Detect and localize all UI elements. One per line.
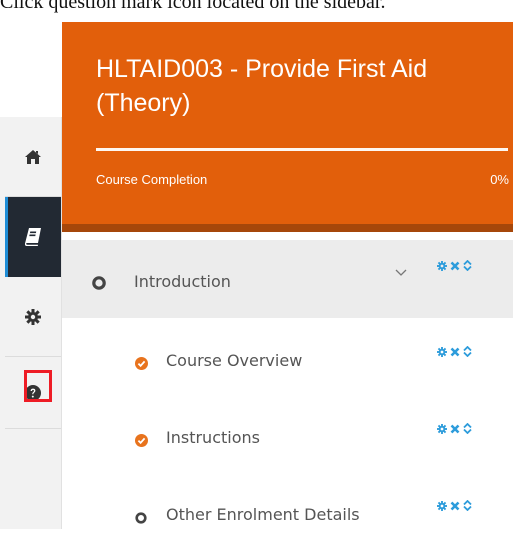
sort-icon[interactable]	[463, 260, 472, 271]
completion-label: Course Completion	[96, 172, 208, 187]
sort-icon[interactable]	[463, 423, 472, 434]
gear-icon	[25, 308, 41, 325]
circle-outline-icon	[135, 511, 147, 529]
book-icon	[25, 228, 41, 246]
gear-icon[interactable]	[437, 423, 447, 434]
gear-icon[interactable]	[437, 260, 447, 271]
help-highlight-box	[24, 370, 52, 402]
outline-item-instructions[interactable]: Instructions	[62, 395, 513, 472]
item-actions	[437, 423, 472, 434]
outline-item-label: Course Overview	[166, 351, 303, 370]
outline-item-other-enrolment-details[interactable]: Other Enrolment Details	[62, 472, 513, 533]
sidebar-item-course[interactable]	[5, 197, 61, 277]
completion-value: 0%	[490, 172, 509, 187]
outline-item-label: Other Enrolment Details	[166, 505, 360, 524]
check-circle-icon	[135, 434, 148, 452]
close-icon[interactable]	[450, 501, 460, 511]
sidebar-item-settings[interactable]	[5, 277, 61, 357]
check-circle-icon	[135, 357, 148, 375]
course-header: HLTAID003 - Provide First Aid (Theory) C…	[62, 22, 513, 232]
sort-icon[interactable]	[463, 500, 472, 511]
outline-item-label: Instructions	[166, 428, 260, 447]
section-title: Introduction	[134, 272, 231, 291]
active-indicator	[5, 197, 8, 277]
section-introduction[interactable]: Introduction	[62, 240, 513, 318]
close-icon[interactable]	[450, 261, 460, 271]
instruction-text: Click question mark icon located on the …	[0, 0, 386, 13]
chevron-down-icon[interactable]	[395, 264, 407, 282]
item-actions	[437, 346, 472, 357]
outline-item-course-overview[interactable]: Course Overview	[62, 318, 513, 395]
section-actions	[437, 260, 472, 271]
course-outline: Introduction Course Overview Instruction…	[62, 240, 513, 533]
gear-icon[interactable]	[437, 346, 447, 357]
course-title: HLTAID003 - Provide First Aid (Theory)	[96, 55, 428, 117]
sort-icon[interactable]	[463, 346, 472, 357]
home-icon	[25, 149, 41, 164]
course-progress-bar	[96, 148, 508, 151]
close-icon[interactable]	[450, 424, 460, 434]
item-actions	[437, 500, 472, 511]
circle-outline-icon	[92, 276, 106, 295]
gear-icon[interactable]	[437, 500, 447, 511]
sidebar-item-home[interactable]	[5, 117, 61, 197]
sidebar	[0, 117, 62, 529]
close-icon[interactable]	[450, 347, 460, 357]
